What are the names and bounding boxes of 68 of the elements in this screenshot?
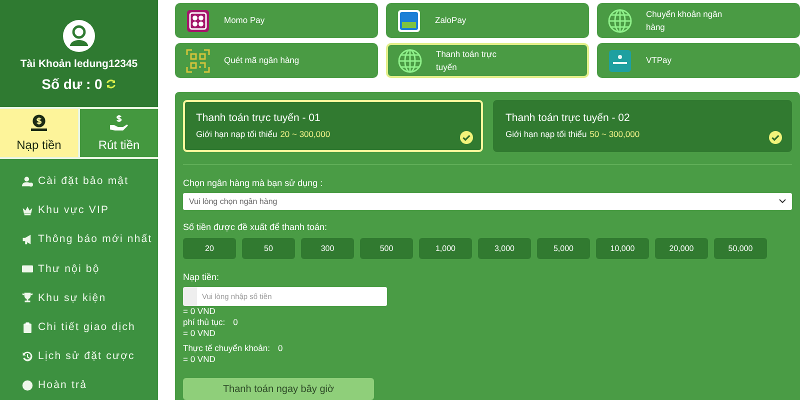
money-bag-icon: [30, 114, 48, 132]
amount-option[interactable]: 10,000: [596, 238, 649, 259]
amount-option[interactable]: 20: [183, 238, 236, 259]
payment-method-card[interactable]: VTPay: [597, 43, 800, 78]
channel-title: Thanh toán trực tuyến - 01: [196, 112, 322, 124]
checkmark-icon: [460, 131, 472, 144]
limit-label: Giới hạn nạp tối thiểu: [506, 129, 587, 139]
coin-icon: [22, 380, 33, 391]
limit-range: 20 ~ 300,000: [280, 129, 330, 139]
globe-icon: [608, 8, 632, 32]
history-icon: [22, 350, 33, 362]
actual-value: 0: [278, 343, 283, 354]
balance-text: Số dư : 0: [42, 76, 102, 92]
megaphone-icon: [22, 234, 33, 245]
channel-card[interactable]: Thanh toán trực tuyến - 01 Giới hạn nạp tối thiểu 20 ~ 300,000: [183, 100, 482, 152]
wallet-logo-icon: [186, 8, 210, 32]
sidebar-menu-item[interactable]: Khu vực VIP: [0, 196, 158, 225]
amount-option[interactable]: 50,000: [714, 238, 767, 259]
payment-method-card[interactable]: Quét mã ngân hàng: [175, 43, 378, 78]
amount-option[interactable]: 300: [301, 238, 354, 259]
sidebar-menu-item[interactable]: Thông báo mới nhất: [0, 224, 158, 254]
trophy-icon: [22, 292, 33, 304]
sidebar-menu-item[interactable]: Hoàn trả: [0, 370, 158, 400]
qr-code-icon: [186, 48, 210, 72]
hand-dollar-icon: [109, 114, 129, 132]
actual-converted: = 0 VND: [183, 354, 216, 365]
user-gear-icon: [22, 176, 33, 187]
crown-icon: [22, 204, 33, 216]
account-name: Tài Khoản ledung12345: [20, 58, 138, 70]
channel-title: Thanh toán trực tuyến - 02: [506, 112, 631, 124]
amount-option[interactable]: 1,000: [419, 238, 472, 259]
bank-label: Chọn ngân hàng mà bạn sử dụng :: [183, 178, 324, 188]
limit-label: Giới hạn nạp tối thiểu: [196, 129, 278, 139]
sidebar-menu-item[interactable]: Cài đặt bảo mật: [0, 166, 158, 196]
limit-range: 50 ~ 300,000: [590, 129, 640, 139]
fee-converted: = 0 VND: [183, 328, 216, 339]
sidebar-menu-item[interactable]: Thư nội bộ: [0, 254, 158, 284]
amount-suggest-label: Số tiền được đề xuất để thanh toán:: [183, 222, 328, 232]
payment-method-card[interactable]: ZaloPay: [386, 3, 589, 38]
amount-option[interactable]: 3,000: [478, 238, 531, 259]
pay-logo-icon: [608, 48, 632, 72]
bank-select[interactable]: Vui lòng chọn ngân hàng: [183, 193, 792, 210]
deposit-tab[interactable]: Nạp tiền: [0, 108, 78, 156]
fee-value: 0: [233, 317, 238, 328]
fee-label: phí thủ tục:: [183, 317, 226, 328]
sidebar-menu-item[interactable]: Khu sự kiện: [0, 283, 158, 312]
clipboard-icon: [22, 322, 33, 333]
amount-option[interactable]: 50: [242, 238, 295, 259]
wallet-app-icon: [397, 8, 421, 32]
amount-option[interactable]: 20,000: [655, 238, 708, 259]
checkmark-icon: [769, 131, 782, 144]
amount-option[interactable]: 500: [360, 238, 413, 259]
refresh-icon[interactable]: [106, 79, 116, 89]
payment-method-card[interactable]: Thanh toán trực tuyến: [386, 43, 589, 78]
payment-method-card[interactable]: Chuyển khoản ngân hàng: [597, 3, 800, 38]
converted-amount: = 0 VND: [183, 306, 216, 317]
amount-option[interactable]: 5,000: [537, 238, 590, 259]
payment-method-card[interactable]: Momo Pay: [175, 3, 378, 38]
sidebar-menu-item[interactable]: Chi tiết giao dịch: [0, 312, 158, 342]
avatar-icon: [63, 20, 95, 52]
chevron-down-icon: [779, 199, 786, 204]
envelope-icon: [22, 263, 33, 274]
channel-card[interactable]: Thanh toán trực tuyến - 02 Giới hạn nạp tối thiểu 50 ~ 300,000: [492, 100, 792, 152]
actual-label: Thực tế chuyển khoản:: [183, 343, 270, 354]
globe-icon: [398, 48, 422, 72]
withdraw-tab[interactable]: Rút tiền: [78, 108, 158, 156]
deposit-label: Nạp tiền:: [183, 272, 220, 282]
sidebar-menu-item[interactable]: Lịch sử đặt cược: [0, 342, 158, 371]
